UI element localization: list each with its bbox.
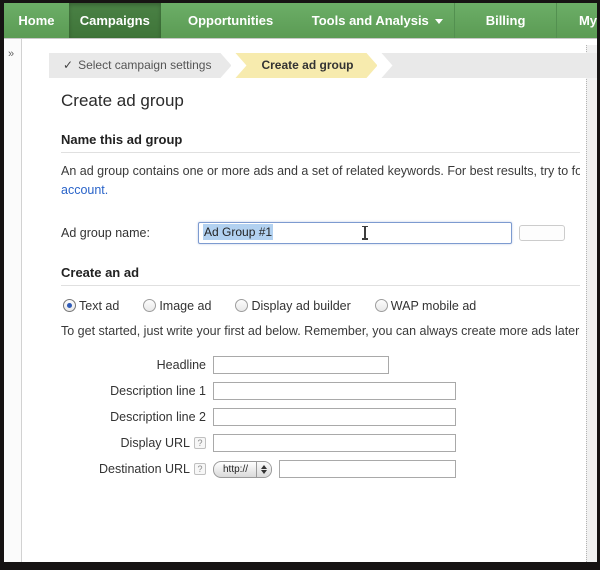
nav-tab-label: Tools and Analysis xyxy=(312,13,429,28)
section-heading-name: Name this ad group xyxy=(61,132,580,153)
select-stepper-icon xyxy=(256,461,271,478)
description-text: An ad group contains one or more ads and… xyxy=(61,164,580,178)
help-icon[interactable]: ? xyxy=(194,463,206,475)
page-title: Create ad group xyxy=(61,91,586,111)
nav-tab-home[interactable]: Home xyxy=(4,3,69,38)
account-link[interactable]: account. xyxy=(61,183,108,197)
wizard-step-campaign-settings[interactable]: ✓ Select campaign settings xyxy=(49,53,231,78)
text-cursor-icon xyxy=(364,226,366,240)
radio-text-ad[interactable]: Text ad xyxy=(63,299,119,313)
text-ad-form: Headline Description line 1 Description … xyxy=(61,356,580,478)
nav-tab-campaigns[interactable]: Campaigns xyxy=(69,3,161,38)
description-line-1-row: Description line 1 xyxy=(61,382,580,400)
ad-instructions: To get started, just write your first ad… xyxy=(61,322,580,341)
nav-tab-tools-and-analysis[interactable]: Tools and Analysis xyxy=(300,3,454,38)
url-protocol-select[interactable]: http:// xyxy=(213,461,272,478)
collapsed-sidebar: » xyxy=(4,39,22,562)
main-content: ✓ Select campaign settings Create ad grou… xyxy=(23,39,586,562)
checkmark-icon: ✓ xyxy=(63,58,73,72)
top-navigation: Home Campaigns Opportunities Tools and A… xyxy=(4,3,597,38)
radio-icon xyxy=(375,299,388,312)
radio-label: WAP mobile ad xyxy=(391,299,476,313)
name-ad-group-section: Name this ad group An ad group contains … xyxy=(61,132,580,244)
ad-type-options: Text ad Image ad Display ad builder WAP … xyxy=(63,299,580,313)
ad-group-name-input[interactable]: Ad Group #1 xyxy=(198,222,512,244)
nav-tab-opportunities[interactable]: Opportunities xyxy=(161,3,301,38)
radio-image-ad[interactable]: Image ad xyxy=(143,299,211,313)
nav-tab-my-account[interactable]: My xyxy=(556,3,597,38)
description-line-2-input[interactable] xyxy=(213,408,456,426)
destination-url-input[interactable] xyxy=(279,460,456,478)
description-line-2-row: Description line 2 xyxy=(61,408,580,426)
wizard-bar-filler xyxy=(381,53,597,78)
nav-tab-billing[interactable]: Billing xyxy=(454,3,556,38)
headline-row: Headline xyxy=(61,356,580,374)
headline-label: Headline xyxy=(61,358,206,372)
headline-input[interactable] xyxy=(213,356,389,374)
protocol-selected-value: http:// xyxy=(214,464,256,475)
ad-group-name-label: Ad group name: xyxy=(61,226,198,240)
help-icon[interactable]: ? xyxy=(194,437,206,449)
radio-label: Display ad builder xyxy=(251,299,350,313)
section-description: An ad group contains one or more ads and… xyxy=(61,162,580,200)
small-button[interactable] xyxy=(519,225,565,241)
section-heading-create-ad: Create an ad xyxy=(61,265,580,286)
destination-url-row: Destination URL? http:// xyxy=(61,460,580,478)
radio-icon xyxy=(235,299,248,312)
create-ad-section: Create an ad Text ad Image ad Display ad… xyxy=(61,265,580,479)
description-line-1-label: Description line 1 xyxy=(61,384,206,398)
radio-icon xyxy=(63,299,76,312)
display-url-row: Display URL? xyxy=(61,434,580,452)
scrollbar-track[interactable] xyxy=(586,45,597,562)
display-url-input[interactable] xyxy=(213,434,456,452)
description-line-1-input[interactable] xyxy=(213,382,456,400)
sidebar-expand-icon[interactable]: » xyxy=(8,48,21,60)
radio-display-ad-builder[interactable]: Display ad builder xyxy=(235,299,350,313)
chevron-down-icon xyxy=(435,19,443,24)
destination-url-label: Destination URL xyxy=(99,462,190,476)
radio-icon xyxy=(143,299,156,312)
radio-label: Text ad xyxy=(79,299,119,313)
description-line-2-label: Description line 2 xyxy=(61,410,206,424)
selected-input-text: Ad Group #1 xyxy=(203,224,273,240)
wizard-breadcrumb: ✓ Select campaign settings Create ad grou… xyxy=(49,53,597,78)
wizard-step-create-ad-group[interactable]: Create ad group xyxy=(235,53,377,78)
ad-group-name-row: Ad group name: Ad Group #1 xyxy=(61,222,580,244)
radio-label: Image ad xyxy=(159,299,211,313)
radio-wap-mobile-ad[interactable]: WAP mobile ad xyxy=(375,299,476,313)
app-window: Home Campaigns Opportunities Tools and A… xyxy=(4,3,597,562)
display-url-label: Display URL xyxy=(121,436,190,450)
wizard-step-label: Select campaign settings xyxy=(78,58,211,72)
